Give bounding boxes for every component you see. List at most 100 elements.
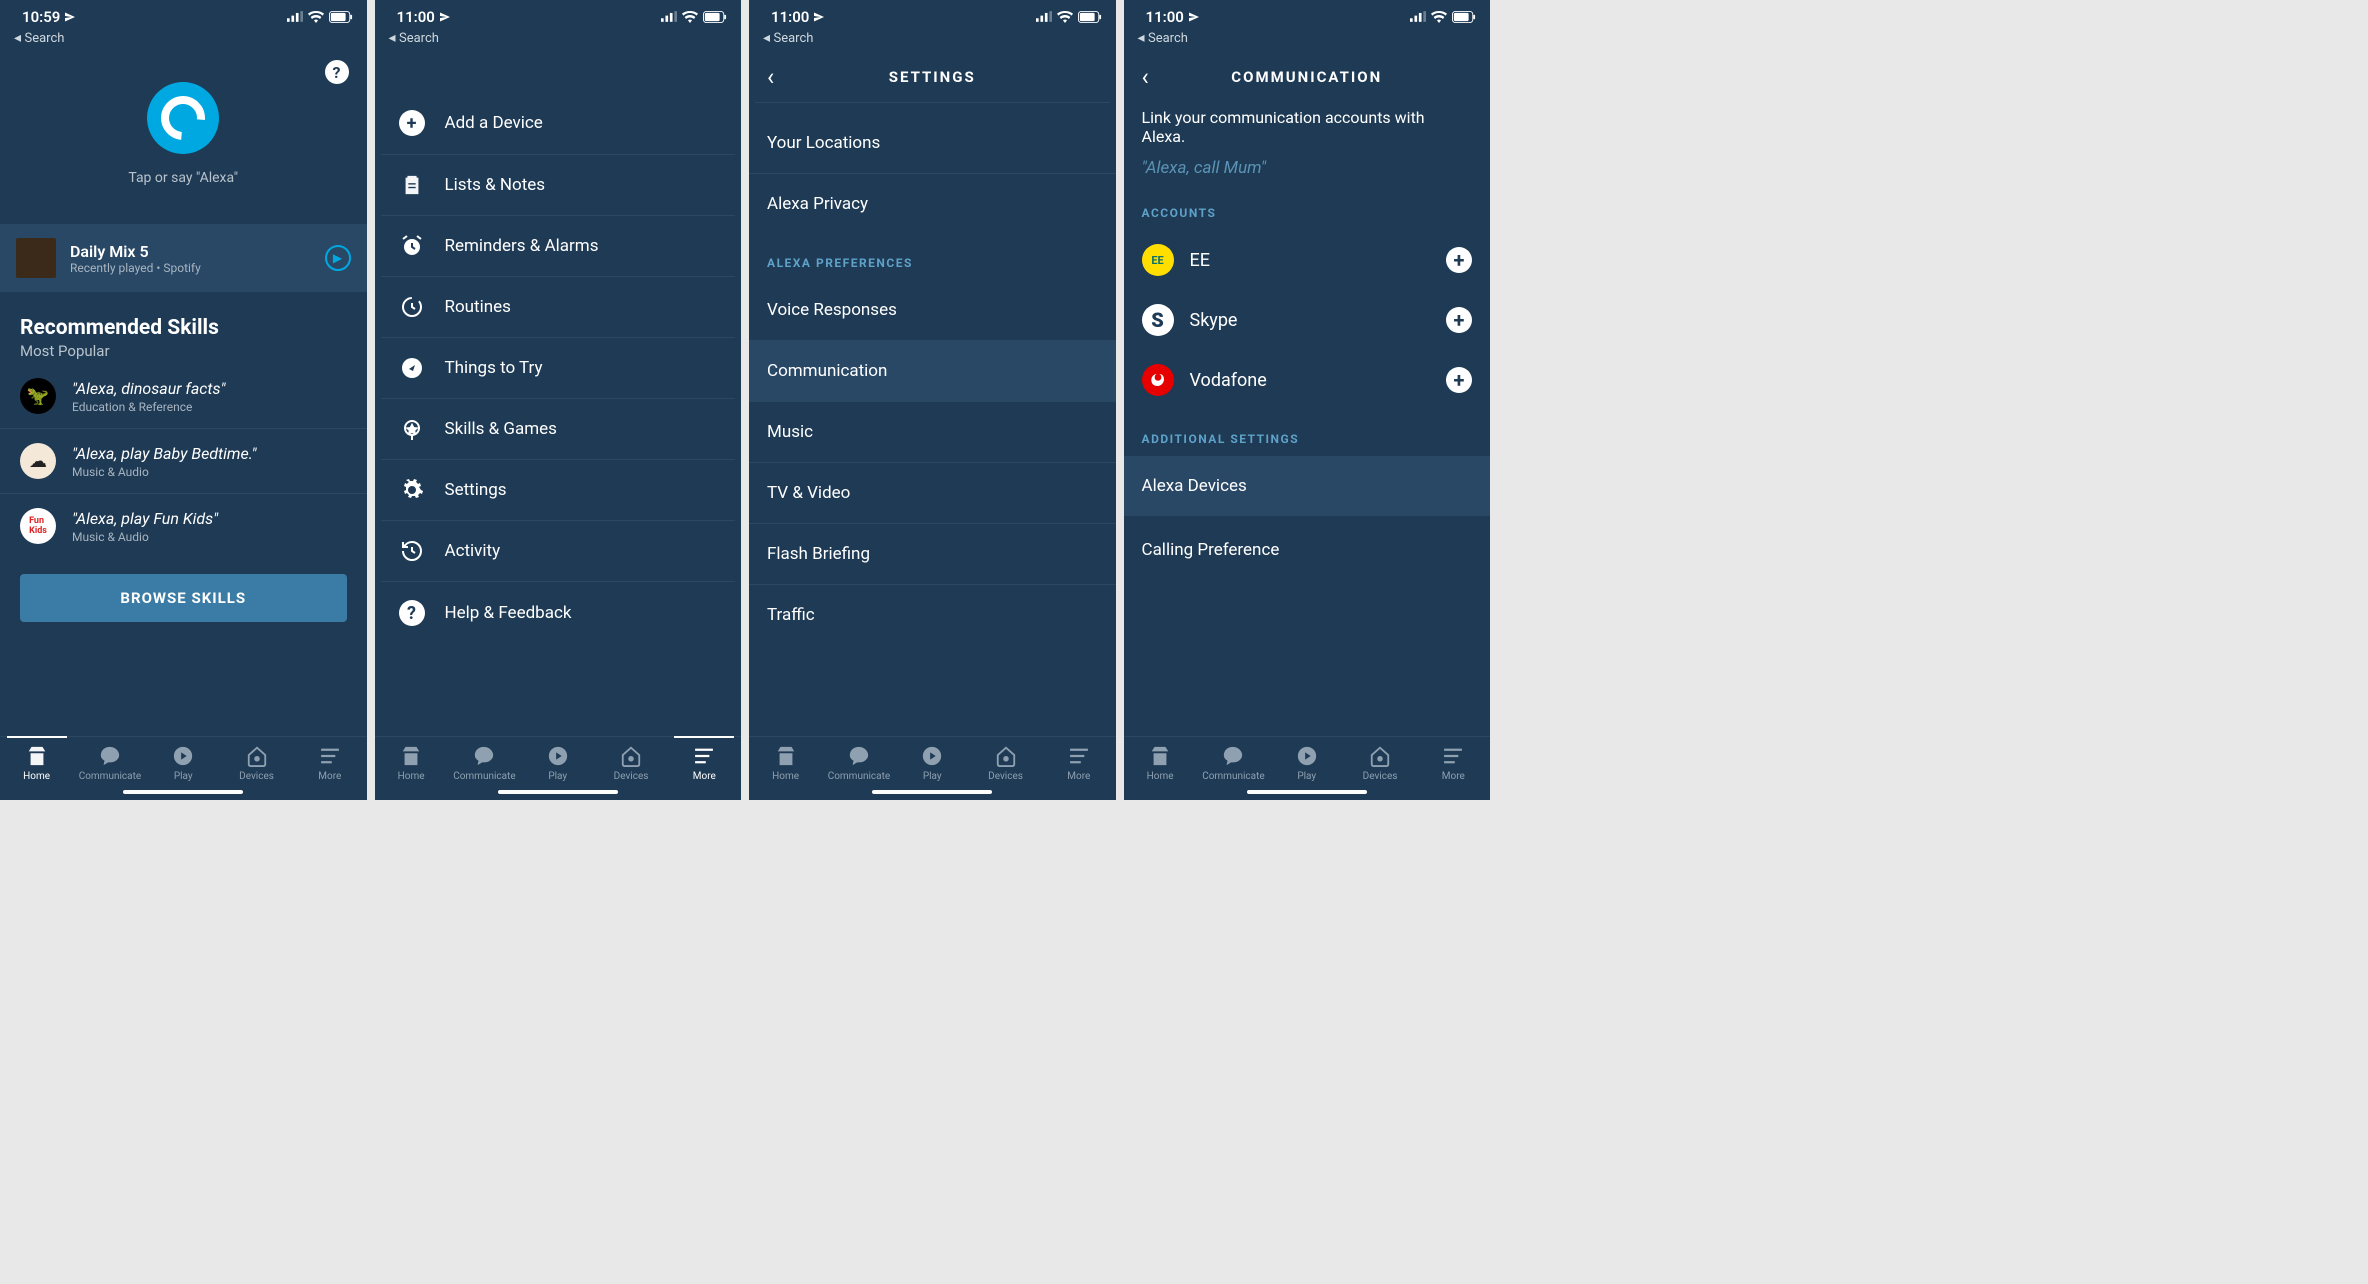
signal-icon bbox=[661, 11, 677, 22]
back-to-search[interactable]: Search bbox=[375, 28, 742, 52]
tab-bar: Home Communicate Play Devices More bbox=[0, 736, 367, 786]
question-icon: ? bbox=[397, 600, 427, 626]
home-indicator[interactable] bbox=[123, 790, 243, 794]
badge-icon bbox=[397, 417, 427, 441]
settings-communication[interactable]: Communication bbox=[749, 341, 1116, 402]
alarm-icon bbox=[397, 234, 427, 258]
wifi-icon bbox=[1057, 11, 1073, 23]
menu-skills-games[interactable]: Skills & Games bbox=[381, 399, 736, 460]
settings-voice-responses[interactable]: Voice Responses bbox=[749, 280, 1116, 341]
tab-play[interactable]: Play bbox=[1277, 745, 1337, 782]
back-button[interactable]: ‹ bbox=[767, 63, 774, 91]
help-button[interactable]: ? bbox=[325, 60, 349, 84]
battery-icon bbox=[703, 11, 727, 23]
tab-devices[interactable]: Devices bbox=[976, 745, 1036, 782]
setting-calling-preference[interactable]: Calling Preference bbox=[1124, 520, 1491, 580]
tab-more[interactable]: More bbox=[674, 736, 734, 782]
ee-icon: EE bbox=[1142, 244, 1174, 276]
status-icons bbox=[1410, 11, 1476, 23]
tab-bar: Home Communicate Play Devices More bbox=[375, 736, 742, 786]
vodafone-icon bbox=[1142, 364, 1174, 396]
more-icon bbox=[693, 745, 715, 767]
add-account-button[interactable]: + bbox=[1446, 307, 1472, 333]
settings-music[interactable]: Music bbox=[749, 402, 1116, 463]
play-button[interactable]: ▶ bbox=[325, 245, 351, 271]
settings-alexa-privacy[interactable]: Alexa Privacy bbox=[749, 174, 1116, 234]
communicate-icon bbox=[99, 745, 121, 767]
tab-play[interactable]: Play bbox=[902, 745, 962, 782]
tab-bar: Home Communicate Play Devices More bbox=[1124, 736, 1491, 786]
tab-devices[interactable]: Devices bbox=[227, 745, 287, 782]
settings-traffic[interactable]: Traffic bbox=[749, 585, 1116, 645]
menu-reminders-alarms[interactable]: Reminders & Alarms bbox=[381, 216, 736, 277]
tab-communicate[interactable]: Communicate bbox=[1203, 745, 1263, 782]
menu-routines[interactable]: Routines bbox=[381, 277, 736, 338]
menu-settings[interactable]: Settings bbox=[381, 460, 736, 521]
play-icon bbox=[547, 745, 569, 767]
browse-skills-button[interactable]: BROWSE SKILLS bbox=[20, 574, 347, 622]
tab-more[interactable]: More bbox=[300, 745, 360, 782]
alexa-logo[interactable] bbox=[147, 82, 219, 154]
add-account-button[interactable]: + bbox=[1446, 247, 1472, 273]
back-button[interactable]: ‹ bbox=[1142, 63, 1149, 91]
tab-more[interactable]: More bbox=[1049, 745, 1109, 782]
devices-icon bbox=[995, 745, 1017, 767]
screen-more: 11:00 Search +Add a Device Lists & Notes… bbox=[375, 0, 742, 800]
tab-home[interactable]: Home bbox=[756, 745, 816, 782]
now-playing-card[interactable]: Daily Mix 5 Recently played • Spotify ▶ bbox=[0, 224, 367, 292]
settings-tv-video[interactable]: TV & Video bbox=[749, 463, 1116, 524]
menu-help-feedback[interactable]: ?Help & Feedback bbox=[381, 582, 736, 644]
location-icon bbox=[439, 11, 451, 23]
more-icon bbox=[1442, 745, 1464, 767]
location-icon bbox=[1188, 11, 1200, 23]
funkids-icon: FunKids bbox=[20, 508, 56, 544]
status-time: 11:00 bbox=[771, 8, 809, 26]
setting-alexa-devices[interactable]: Alexa Devices bbox=[1124, 456, 1491, 516]
tab-more[interactable]: More bbox=[1423, 745, 1483, 782]
tab-home[interactable]: Home bbox=[381, 745, 441, 782]
tab-devices[interactable]: Devices bbox=[1350, 745, 1410, 782]
battery-icon bbox=[1078, 11, 1102, 23]
home-indicator[interactable] bbox=[498, 790, 618, 794]
tab-home[interactable]: Home bbox=[1130, 745, 1190, 782]
skype-icon: S bbox=[1142, 304, 1174, 336]
status-time: 11:00 bbox=[397, 8, 435, 26]
recommended-title: Recommended Skills bbox=[20, 316, 347, 340]
home-indicator[interactable] bbox=[872, 790, 992, 794]
account-ee[interactable]: EE EE + bbox=[1124, 230, 1491, 290]
home-indicator[interactable] bbox=[1247, 790, 1367, 794]
settings-your-locations[interactable]: Your Locations bbox=[749, 113, 1116, 174]
skill-item[interactable]: FunKids "Alexa, play Fun Kids" Music & A… bbox=[0, 494, 367, 558]
battery-icon bbox=[1452, 11, 1476, 23]
account-skype[interactable]: S Skype + bbox=[1124, 290, 1491, 350]
add-account-button[interactable]: + bbox=[1446, 367, 1472, 393]
menu-things-to-try[interactable]: Things to Try bbox=[381, 338, 736, 399]
tab-home[interactable]: Home bbox=[7, 736, 67, 782]
signal-icon bbox=[287, 11, 303, 22]
account-vodafone[interactable]: Vodafone + bbox=[1124, 350, 1491, 410]
menu-add-device[interactable]: +Add a Device bbox=[381, 92, 736, 155]
baby-bedtime-icon: ☁ bbox=[20, 443, 56, 479]
tab-play[interactable]: Play bbox=[528, 745, 588, 782]
skill-phrase: "Alexa, dinosaur facts" bbox=[72, 379, 225, 398]
skill-item[interactable]: 🦖 "Alexa, dinosaur facts" Education & Re… bbox=[0, 364, 367, 429]
wifi-icon bbox=[308, 11, 324, 23]
back-to-search[interactable]: Search bbox=[1124, 28, 1491, 52]
wifi-icon bbox=[1431, 11, 1447, 23]
tab-communicate[interactable]: Communicate bbox=[80, 745, 140, 782]
tab-communicate[interactable]: Communicate bbox=[829, 745, 889, 782]
clipboard-icon bbox=[397, 173, 427, 197]
skill-item[interactable]: ☁ "Alexa, play Baby Bedtime." Music & Au… bbox=[0, 429, 367, 494]
tab-play[interactable]: Play bbox=[153, 745, 213, 782]
menu-lists-notes[interactable]: Lists & Notes bbox=[381, 155, 736, 216]
tab-communicate[interactable]: Communicate bbox=[454, 745, 514, 782]
location-icon bbox=[813, 11, 825, 23]
play-icon bbox=[172, 745, 194, 767]
tab-devices[interactable]: Devices bbox=[601, 745, 661, 782]
status-icons bbox=[661, 11, 727, 23]
menu-activity[interactable]: Activity bbox=[381, 521, 736, 582]
settings-flash-briefing[interactable]: Flash Briefing bbox=[749, 524, 1116, 585]
back-to-search[interactable]: Search bbox=[0, 28, 367, 52]
back-to-search[interactable]: Search bbox=[749, 28, 1116, 52]
home-icon bbox=[1149, 745, 1171, 767]
